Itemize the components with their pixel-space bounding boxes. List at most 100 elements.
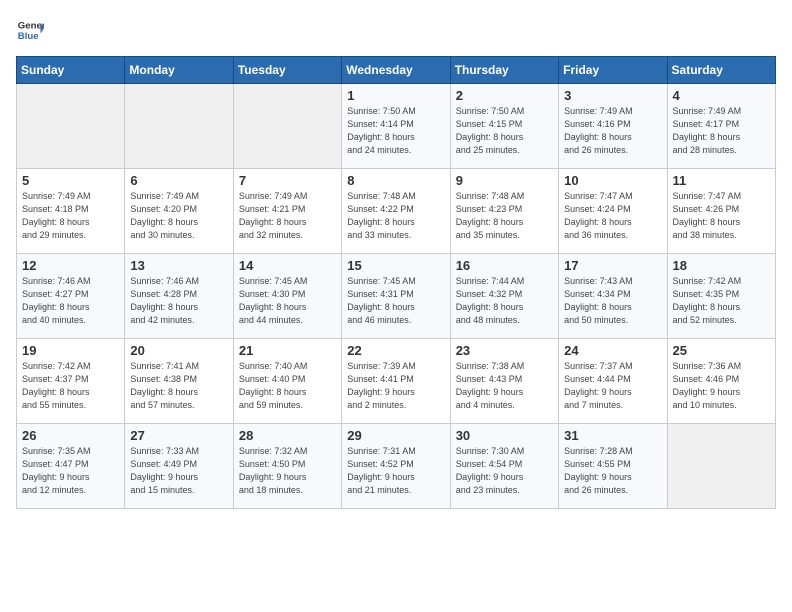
calendar-cell: 18 Sunrise: 7:42 AM Sunset: 4:35 PM Dayli… — [667, 254, 775, 339]
day-info: Sunrise: 7:31 AM Sunset: 4:52 PM Dayligh… — [347, 445, 444, 497]
logo: General Blue — [16, 16, 44, 44]
day-number: 27 — [130, 428, 227, 443]
day-number: 6 — [130, 173, 227, 188]
day-info: Sunrise: 7:33 AM Sunset: 4:49 PM Dayligh… — [130, 445, 227, 497]
day-info: Sunrise: 7:49 AM Sunset: 4:21 PM Dayligh… — [239, 190, 336, 242]
day-number: 17 — [564, 258, 661, 273]
day-info: Sunrise: 7:37 AM Sunset: 4:44 PM Dayligh… — [564, 360, 661, 412]
day-info: Sunrise: 7:49 AM Sunset: 4:18 PM Dayligh… — [22, 190, 119, 242]
day-number: 15 — [347, 258, 444, 273]
day-number: 16 — [456, 258, 553, 273]
calendar-cell: 3Sunrise: 7:49 AM Sunset: 4:16 PM Daylig… — [559, 84, 667, 169]
calendar-cell: 15 Sunrise: 7:45 AM Sunset: 4:31 PM Dayli… — [342, 254, 450, 339]
weekday-header-thursday: Thursday — [450, 57, 558, 84]
day-number: 8 — [347, 173, 444, 188]
day-info: Sunrise: 7:50 AM Sunset: 4:14 PM Dayligh… — [347, 105, 444, 157]
day-info: Sunrise: 7:32 AM Sunset: 4:50 PM Dayligh… — [239, 445, 336, 497]
calendar-cell: 26Sunrise: 7:35 AM Sunset: 4:47 PM Dayli… — [17, 424, 125, 509]
weekday-header-wednesday: Wednesday — [342, 57, 450, 84]
day-info: Sunrise: 7:50 AM Sunset: 4:15 PM Dayligh… — [456, 105, 553, 157]
calendar-cell: 7 Sunrise: 7:49 AM Sunset: 4:21 PM Daylig… — [233, 169, 341, 254]
calendar-cell: 10 Sunrise: 7:47 AM Sunset: 4:24 PM Dayli… — [559, 169, 667, 254]
day-info: Sunrise: 7:49 AM Sunset: 4:20 PM Dayligh… — [130, 190, 227, 242]
calendar-cell: 6 Sunrise: 7:49 AM Sunset: 4:20 PM Daylig… — [125, 169, 233, 254]
day-info: Sunrise: 7:42 AM Sunset: 4:35 PM Dayligh… — [673, 275, 770, 327]
day-number: 7 — [239, 173, 336, 188]
calendar-cell: 31 Sunrise: 7:28 AM Sunset: 4:55 PM Dayli… — [559, 424, 667, 509]
day-number: 4 — [673, 88, 770, 103]
day-number: 22 — [347, 343, 444, 358]
day-info: Sunrise: 7:46 AM Sunset: 4:28 PM Dayligh… — [130, 275, 227, 327]
calendar-cell: 19Sunrise: 7:42 AM Sunset: 4:37 PM Dayli… — [17, 339, 125, 424]
day-info: Sunrise: 7:28 AM Sunset: 4:55 PM Dayligh… — [564, 445, 661, 497]
day-number: 25 — [673, 343, 770, 358]
calendar-cell: 24 Sunrise: 7:37 AM Sunset: 4:44 PM Dayli… — [559, 339, 667, 424]
day-number: 19 — [22, 343, 119, 358]
day-info: Sunrise: 7:45 AM Sunset: 4:30 PM Dayligh… — [239, 275, 336, 327]
calendar-cell: 21Sunrise: 7:40 AM Sunset: 4:40 PM Dayli… — [233, 339, 341, 424]
day-info: Sunrise: 7:49 AM Sunset: 4:17 PM Dayligh… — [673, 105, 770, 157]
day-info: Sunrise: 7:48 AM Sunset: 4:22 PM Dayligh… — [347, 190, 444, 242]
calendar-cell: 29 Sunrise: 7:31 AM Sunset: 4:52 PM Dayli… — [342, 424, 450, 509]
day-number: 14 — [239, 258, 336, 273]
day-info: Sunrise: 7:30 AM Sunset: 4:54 PM Dayligh… — [456, 445, 553, 497]
day-number: 5 — [22, 173, 119, 188]
day-number: 29 — [347, 428, 444, 443]
calendar-cell: 4 Sunrise: 7:49 AM Sunset: 4:17 PM Daylig… — [667, 84, 775, 169]
day-info: Sunrise: 7:45 AM Sunset: 4:31 PM Dayligh… — [347, 275, 444, 327]
calendar-cell: 25 Sunrise: 7:36 AM Sunset: 4:46 PM Dayli… — [667, 339, 775, 424]
day-info: Sunrise: 7:49 AM Sunset: 4:16 PM Dayligh… — [564, 105, 661, 157]
day-number: 1 — [347, 88, 444, 103]
calendar-cell: 30 Sunrise: 7:30 AM Sunset: 4:54 PM Dayli… — [450, 424, 558, 509]
calendar-cell: 9 Sunrise: 7:48 AM Sunset: 4:23 PM Daylig… — [450, 169, 558, 254]
svg-text:General: General — [18, 20, 44, 31]
day-info: Sunrise: 7:39 AM Sunset: 4:41 PM Dayligh… — [347, 360, 444, 412]
day-number: 31 — [564, 428, 661, 443]
calendar-cell: 14 Sunrise: 7:45 AM Sunset: 4:30 PM Dayli… — [233, 254, 341, 339]
weekday-header-tuesday: Tuesday — [233, 57, 341, 84]
day-number: 26 — [22, 428, 119, 443]
day-info: Sunrise: 7:47 AM Sunset: 4:24 PM Dayligh… — [564, 190, 661, 242]
calendar-cell: 20 Sunrise: 7:41 AM Sunset: 4:38 PM Dayli… — [125, 339, 233, 424]
calendar-cell: 2Sunrise: 7:50 AM Sunset: 4:15 PM Daylig… — [450, 84, 558, 169]
day-info: Sunrise: 7:41 AM Sunset: 4:38 PM Dayligh… — [130, 360, 227, 412]
day-number: 23 — [456, 343, 553, 358]
day-number: 28 — [239, 428, 336, 443]
day-number: 11 — [673, 173, 770, 188]
day-info: Sunrise: 7:47 AM Sunset: 4:26 PM Dayligh… — [673, 190, 770, 242]
page-header: General Blue — [16, 16, 776, 44]
calendar-table: SundayMondayTuesdayWednesdayThursdayFrid… — [16, 56, 776, 509]
day-number: 30 — [456, 428, 553, 443]
calendar-cell: 23 Sunrise: 7:38 AM Sunset: 4:43 PM Dayli… — [450, 339, 558, 424]
day-number: 12 — [22, 258, 119, 273]
day-info: Sunrise: 7:43 AM Sunset: 4:34 PM Dayligh… — [564, 275, 661, 327]
calendar-cell: 17 Sunrise: 7:43 AM Sunset: 4:34 PM Dayli… — [559, 254, 667, 339]
day-info: Sunrise: 7:46 AM Sunset: 4:27 PM Dayligh… — [22, 275, 119, 327]
day-info: Sunrise: 7:38 AM Sunset: 4:43 PM Dayligh… — [456, 360, 553, 412]
calendar-cell: 8 Sunrise: 7:48 AM Sunset: 4:22 PM Daylig… — [342, 169, 450, 254]
logo-icon: General Blue — [16, 16, 44, 44]
calendar-cell — [667, 424, 775, 509]
calendar-cell — [17, 84, 125, 169]
day-number: 13 — [130, 258, 227, 273]
day-info: Sunrise: 7:48 AM Sunset: 4:23 PM Dayligh… — [456, 190, 553, 242]
day-info: Sunrise: 7:40 AM Sunset: 4:40 PM Dayligh… — [239, 360, 336, 412]
day-info: Sunrise: 7:36 AM Sunset: 4:46 PM Dayligh… — [673, 360, 770, 412]
day-info: Sunrise: 7:44 AM Sunset: 4:32 PM Dayligh… — [456, 275, 553, 327]
weekday-header-monday: Monday — [125, 57, 233, 84]
day-number: 24 — [564, 343, 661, 358]
calendar-cell: 12 Sunrise: 7:46 AM Sunset: 4:27 PM Dayli… — [17, 254, 125, 339]
calendar-cell: 27 Sunrise: 7:33 AM Sunset: 4:49 PM Dayli… — [125, 424, 233, 509]
calendar-cell — [233, 84, 341, 169]
calendar-cell: 22 Sunrise: 7:39 AM Sunset: 4:41 PM Dayli… — [342, 339, 450, 424]
day-number: 10 — [564, 173, 661, 188]
calendar-cell: 11 Sunrise: 7:47 AM Sunset: 4:26 PM Dayli… — [667, 169, 775, 254]
day-number: 9 — [456, 173, 553, 188]
weekday-header-sunday: Sunday — [17, 57, 125, 84]
calendar-cell — [125, 84, 233, 169]
weekday-header-friday: Friday — [559, 57, 667, 84]
day-number: 18 — [673, 258, 770, 273]
calendar-cell: 1 Sunrise: 7:50 AM Sunset: 4:14 PM Daylig… — [342, 84, 450, 169]
calendar-cell: 16 Sunrise: 7:44 AM Sunset: 4:32 PM Dayli… — [450, 254, 558, 339]
day-number: 20 — [130, 343, 227, 358]
